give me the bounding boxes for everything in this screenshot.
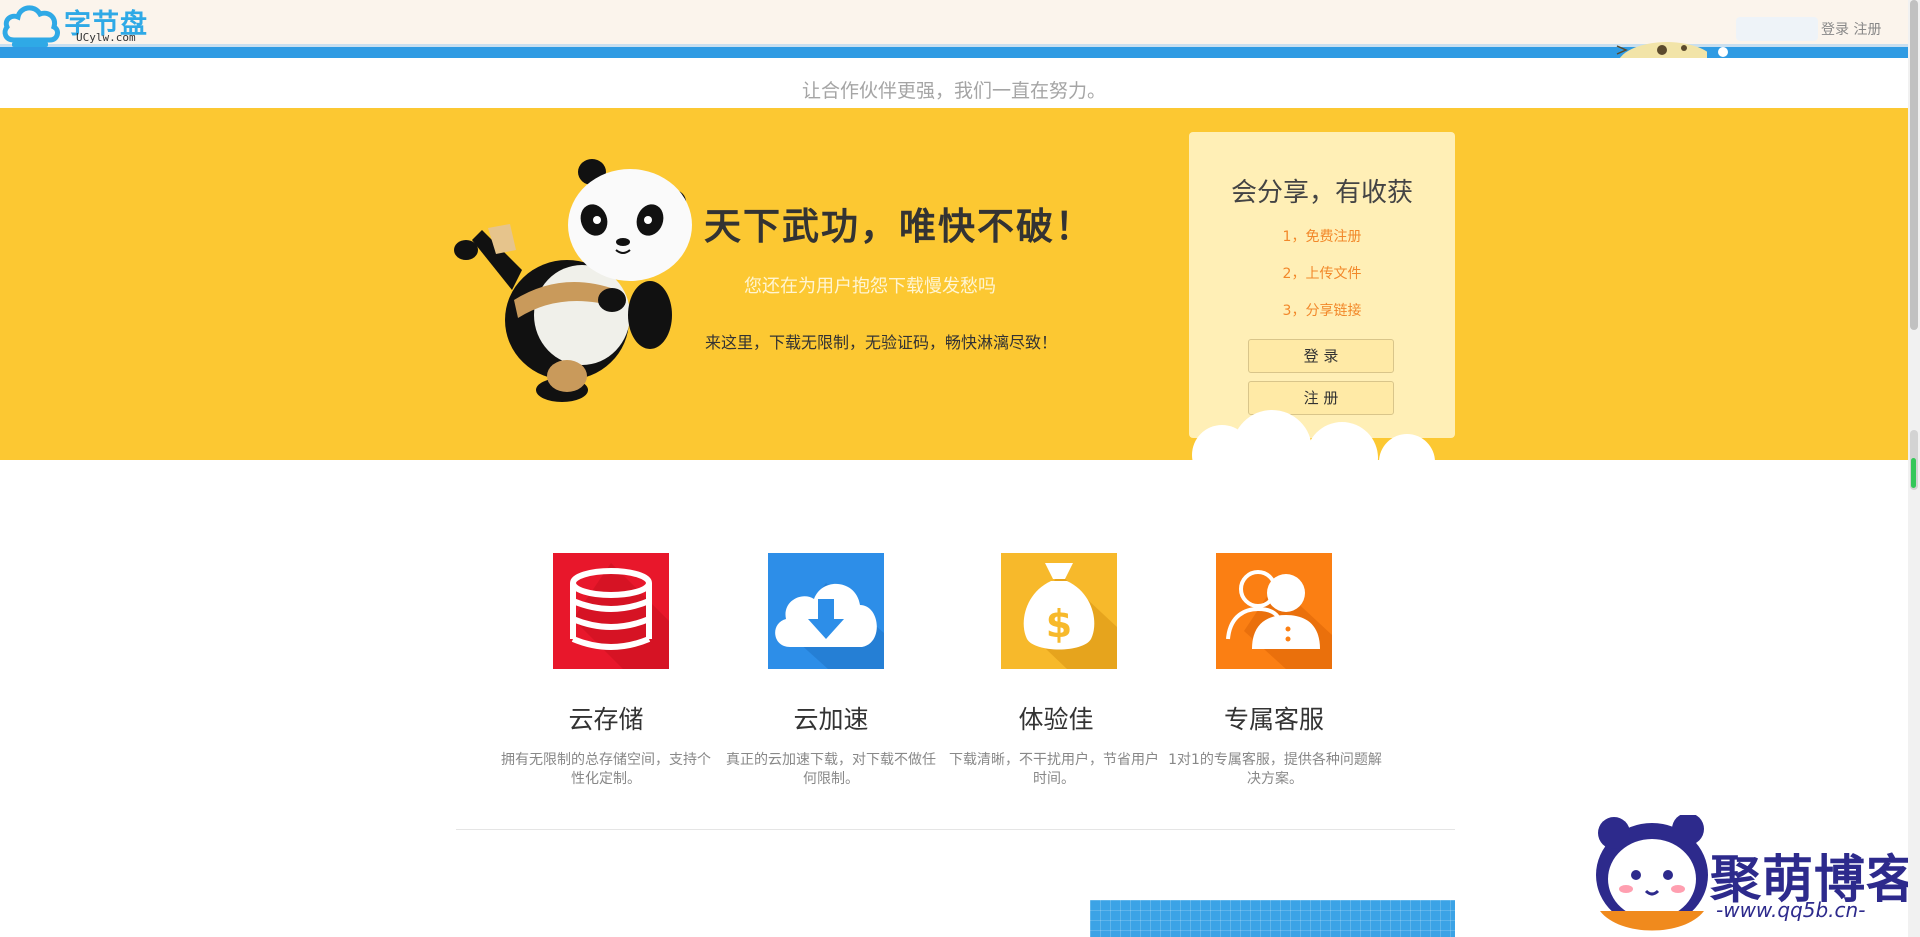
- money-bag-icon: $: [1001, 553, 1117, 669]
- banner-headline: 天下武功，唯快不破！: [704, 206, 1094, 247]
- section-divider: [456, 829, 1455, 830]
- banner-description: 来这里，下载无限制，无验证码，畅快淋漓尽致！: [705, 333, 1058, 352]
- feature-title: 云加速: [793, 705, 869, 734]
- top-register-link[interactable]: 注册: [1853, 22, 1881, 38]
- database-icon: [553, 553, 669, 669]
- feature-title: 体验佳: [1018, 705, 1094, 734]
- mascot-peek-image: [1612, 40, 1707, 58]
- card-step-1: 1，免费注册: [1282, 229, 1362, 245]
- cloud-logo-icon: [2, 5, 60, 47]
- blue-pattern-block: [1090, 900, 1455, 937]
- user-status-pill: [1736, 17, 1818, 41]
- feature-title: 云存储: [568, 705, 644, 734]
- top-auth-links: 登录 注册: [1821, 19, 1881, 39]
- top-login-link[interactable]: 登录: [1821, 22, 1849, 38]
- feature-description: 真正的云加速下载，对下载不做任何限制。: [726, 752, 936, 787]
- scrollbar-thumb[interactable]: [1910, 0, 1918, 330]
- mascot-dot: [1718, 47, 1728, 57]
- signup-card: 会分享，有收获 1，免费注册 2，上传文件 3，分享链接 登 录 注 册: [1189, 132, 1455, 438]
- scrollbar-indicator: [1911, 458, 1916, 488]
- card-step-3: 3，分享链接: [1282, 303, 1362, 319]
- card-title: 会分享，有收获: [1230, 178, 1413, 208]
- site-logo[interactable]: 字节盘 UCylw.com: [0, 0, 160, 48]
- feature-title: 专属客服: [1223, 705, 1324, 734]
- watermark-url: -www.qq5b.cn-: [1716, 898, 1866, 922]
- card-login-button[interactable]: 登 录: [1248, 339, 1394, 373]
- feature-description: 1对1的专属客服，提供各种问题解决方案。: [1168, 752, 1382, 787]
- cloud-decoration: [1172, 410, 1452, 470]
- svg-text:$: $: [1046, 602, 1072, 646]
- logo-domain: UCylw.com: [76, 31, 136, 44]
- feature-description: 拥有无限制的总存储空间，支持个性化定制。: [501, 752, 711, 787]
- panda-mascot-image: [454, 159, 692, 402]
- card-step-2: 2，上传文件: [1282, 266, 1362, 282]
- page-tagline: 让合作伙伴更强，我们一直在努力。: [801, 80, 1106, 102]
- feature-description: 下载清晰，不干扰用户，节省用户时间。: [949, 752, 1159, 787]
- cloud-download-icon: [768, 553, 884, 669]
- users-icon: [1216, 553, 1332, 669]
- banner-subline: 您还在为用户抱怨下载慢发愁吗: [744, 276, 996, 297]
